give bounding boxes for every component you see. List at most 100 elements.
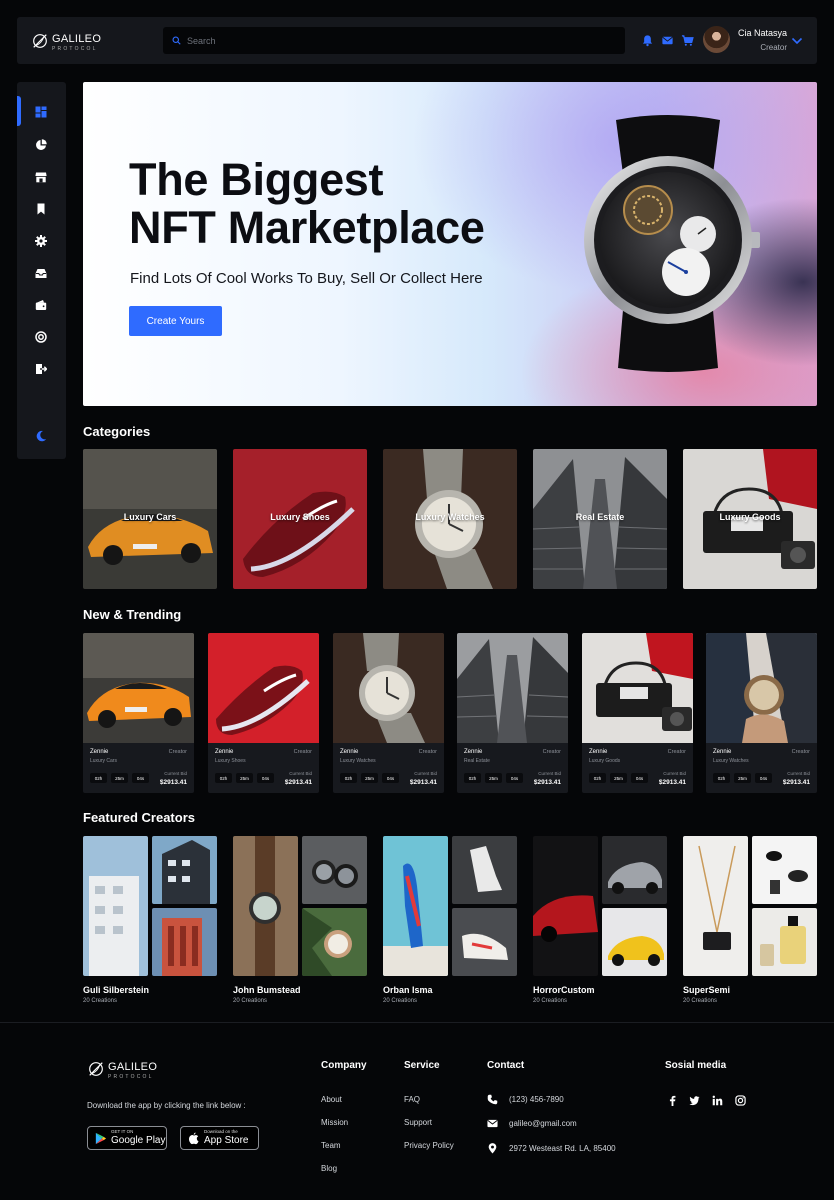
sidebar-active-indicator bbox=[17, 96, 21, 126]
creator-gallery[interactable] bbox=[233, 836, 367, 976]
trending-card[interactable]: Zennie Creator Real Estate 02h 25m 04s Current… bbox=[457, 633, 568, 793]
google-play-button[interactable]: GET IT ON Google Play bbox=[87, 1126, 167, 1150]
mail-icon[interactable] bbox=[661, 34, 674, 47]
app-store-button[interactable]: Download on the App Store bbox=[180, 1126, 259, 1150]
card-creator-name[interactable]: Zennie bbox=[340, 749, 358, 755]
countdown-minutes: 25m bbox=[361, 773, 378, 783]
sidebar-item-wallet[interactable] bbox=[34, 298, 48, 312]
instagram-link[interactable] bbox=[735, 1095, 746, 1106]
countdown-hours: 02h bbox=[90, 773, 107, 783]
sidebar-item-inbox[interactable] bbox=[34, 266, 48, 280]
trending-card[interactable]: Zennie Creator Luxury Watches 02h 25m 04s Curr… bbox=[706, 633, 817, 793]
contact-phone-text: (123) 456-7890 bbox=[509, 1095, 564, 1104]
footer-link-support[interactable]: Support bbox=[404, 1118, 432, 1127]
bell-icon[interactable] bbox=[641, 34, 654, 47]
creator-artwork-image bbox=[152, 908, 217, 976]
creator-name[interactable]: John Bumstead bbox=[233, 985, 301, 995]
trending-title: New & Trending bbox=[83, 607, 182, 622]
chevron-down-icon[interactable] bbox=[791, 37, 803, 45]
hero-subtitle: Find Lots Of Cool Works To Buy, Sell Or … bbox=[130, 270, 483, 287]
creator-gallery[interactable] bbox=[683, 836, 817, 976]
countdown-minutes: 25m bbox=[610, 773, 627, 783]
countdown-minutes: 25m bbox=[485, 773, 502, 783]
creators-title: Featured Creators bbox=[83, 810, 195, 825]
footer-link-faq[interactable]: FAQ bbox=[404, 1095, 420, 1104]
brand-logo[interactable]: GALILEO PROTOCOL bbox=[31, 30, 161, 52]
create-yours-button[interactable]: Create Yours bbox=[129, 306, 222, 336]
card-creator-role: Creator bbox=[293, 749, 312, 755]
store-icon bbox=[35, 172, 47, 183]
app-store-label: App Store bbox=[204, 1134, 249, 1146]
trending-card[interactable]: Zennie Creator Luxury Shoes 02h 25m 04s Curren… bbox=[208, 633, 319, 793]
footer-link-privacy[interactable]: Privacy Policy bbox=[404, 1141, 454, 1150]
countdown-seconds: 04s bbox=[257, 773, 274, 783]
category-card[interactable]: Luxury Goods bbox=[683, 449, 817, 589]
sidebar-item-support[interactable] bbox=[34, 330, 48, 344]
card-creator-name[interactable]: Zennie bbox=[589, 749, 607, 755]
contact-email-text: galileo@gmail.com bbox=[509, 1119, 577, 1128]
contact-address[interactable]: 2972 Westeast Rd. LA, 85400 bbox=[487, 1143, 616, 1154]
contact-phone[interactable]: (123) 456-7890 bbox=[487, 1094, 564, 1105]
creator-name[interactable]: Guli Silberstein bbox=[83, 985, 149, 995]
hero-watch-image bbox=[584, 115, 760, 372]
footer-link-about[interactable]: About bbox=[321, 1095, 342, 1104]
creator-gallery[interactable] bbox=[383, 836, 517, 976]
sidebar-item-store[interactable] bbox=[34, 170, 48, 184]
trending-card[interactable]: Zennie Creator Luxury Cars 02h 25m 04s Current… bbox=[83, 633, 194, 793]
footer-link-team[interactable]: Team bbox=[321, 1141, 341, 1150]
search-icon bbox=[172, 36, 181, 45]
trending-card[interactable]: Zennie Creator Luxury Watches 02h 25m 04s Curr… bbox=[333, 633, 444, 793]
category-card[interactable]: Luxury Cars bbox=[83, 449, 217, 589]
contact-email[interactable]: galileo@gmail.com bbox=[487, 1118, 577, 1129]
card-creator-role: Creator bbox=[418, 749, 437, 755]
search-input[interactable] bbox=[187, 35, 587, 46]
countdown-hours: 02h bbox=[340, 773, 357, 783]
creator-gallery[interactable] bbox=[83, 836, 217, 976]
trending-card[interactable]: Zennie Creator Luxury Goods 02h 25m 04s Curren… bbox=[582, 633, 693, 793]
creator-name[interactable]: Orban Isma bbox=[383, 985, 433, 995]
creator-name[interactable]: SuperSemi bbox=[683, 985, 730, 995]
download-text: Download the app by clicking the link be… bbox=[87, 1101, 246, 1110]
sidebar-item-settings[interactable] bbox=[34, 234, 48, 248]
hero-title: The Biggest NFT Marketplace bbox=[129, 156, 485, 252]
dashboard-icon bbox=[35, 106, 47, 118]
footer-link-blog[interactable]: Blog bbox=[321, 1164, 337, 1173]
twitter-link[interactable] bbox=[689, 1095, 700, 1106]
sidebar-item-dashboard[interactable] bbox=[34, 105, 48, 119]
footer-logo[interactable]: GALILEO PROTOCOL bbox=[87, 1058, 157, 1080]
category-label: Luxury Shoes bbox=[270, 512, 330, 522]
facebook-link[interactable] bbox=[667, 1095, 678, 1106]
card-creator-name[interactable]: Zennie bbox=[464, 749, 482, 755]
footer-link-mission[interactable]: Mission bbox=[321, 1118, 348, 1127]
card-bid-label: Current Bid bbox=[787, 771, 810, 776]
linkedin-link[interactable] bbox=[712, 1095, 723, 1106]
creator-gallery[interactable] bbox=[533, 836, 667, 976]
card-category: Luxury Cars bbox=[90, 758, 117, 764]
sidebar-item-bookmarks[interactable] bbox=[34, 202, 48, 216]
user-avatar[interactable] bbox=[703, 26, 730, 53]
apple-icon bbox=[188, 1132, 199, 1144]
category-label: Luxury Cars bbox=[123, 512, 177, 522]
user-info[interactable]: Cia Natasya Creator bbox=[733, 28, 787, 52]
sidebar-item-logout[interactable] bbox=[34, 362, 48, 376]
cart-icon[interactable] bbox=[681, 34, 694, 47]
creator-artwork-image bbox=[602, 908, 667, 976]
category-card[interactable]: Luxury Watches bbox=[383, 449, 517, 589]
card-creator-name[interactable]: Zennie bbox=[215, 749, 233, 755]
sidebar-item-analytics[interactable] bbox=[34, 138, 48, 152]
creator-name[interactable]: HorrorCustom bbox=[533, 985, 595, 995]
location-pin-icon bbox=[488, 1143, 497, 1154]
creator-count: 20 Creations bbox=[233, 998, 268, 1004]
card-creator-name[interactable]: Zennie bbox=[713, 749, 731, 755]
category-card[interactable]: Luxury Shoes bbox=[233, 449, 367, 589]
category-card[interactable]: Real Estate bbox=[533, 449, 667, 589]
footer-brand-tagline: PROTOCOL bbox=[108, 1074, 154, 1080]
creator-artwork-image bbox=[233, 836, 298, 976]
creator-artwork-image bbox=[602, 836, 667, 904]
countdown-hours: 02h bbox=[464, 773, 481, 783]
google-play-label: Google Play bbox=[111, 1134, 166, 1146]
countdown-minutes: 25m bbox=[236, 773, 253, 783]
countdown-minutes: 25m bbox=[734, 773, 751, 783]
card-creator-name[interactable]: Zennie bbox=[90, 749, 108, 755]
sidebar-item-dark-mode[interactable] bbox=[34, 429, 48, 443]
